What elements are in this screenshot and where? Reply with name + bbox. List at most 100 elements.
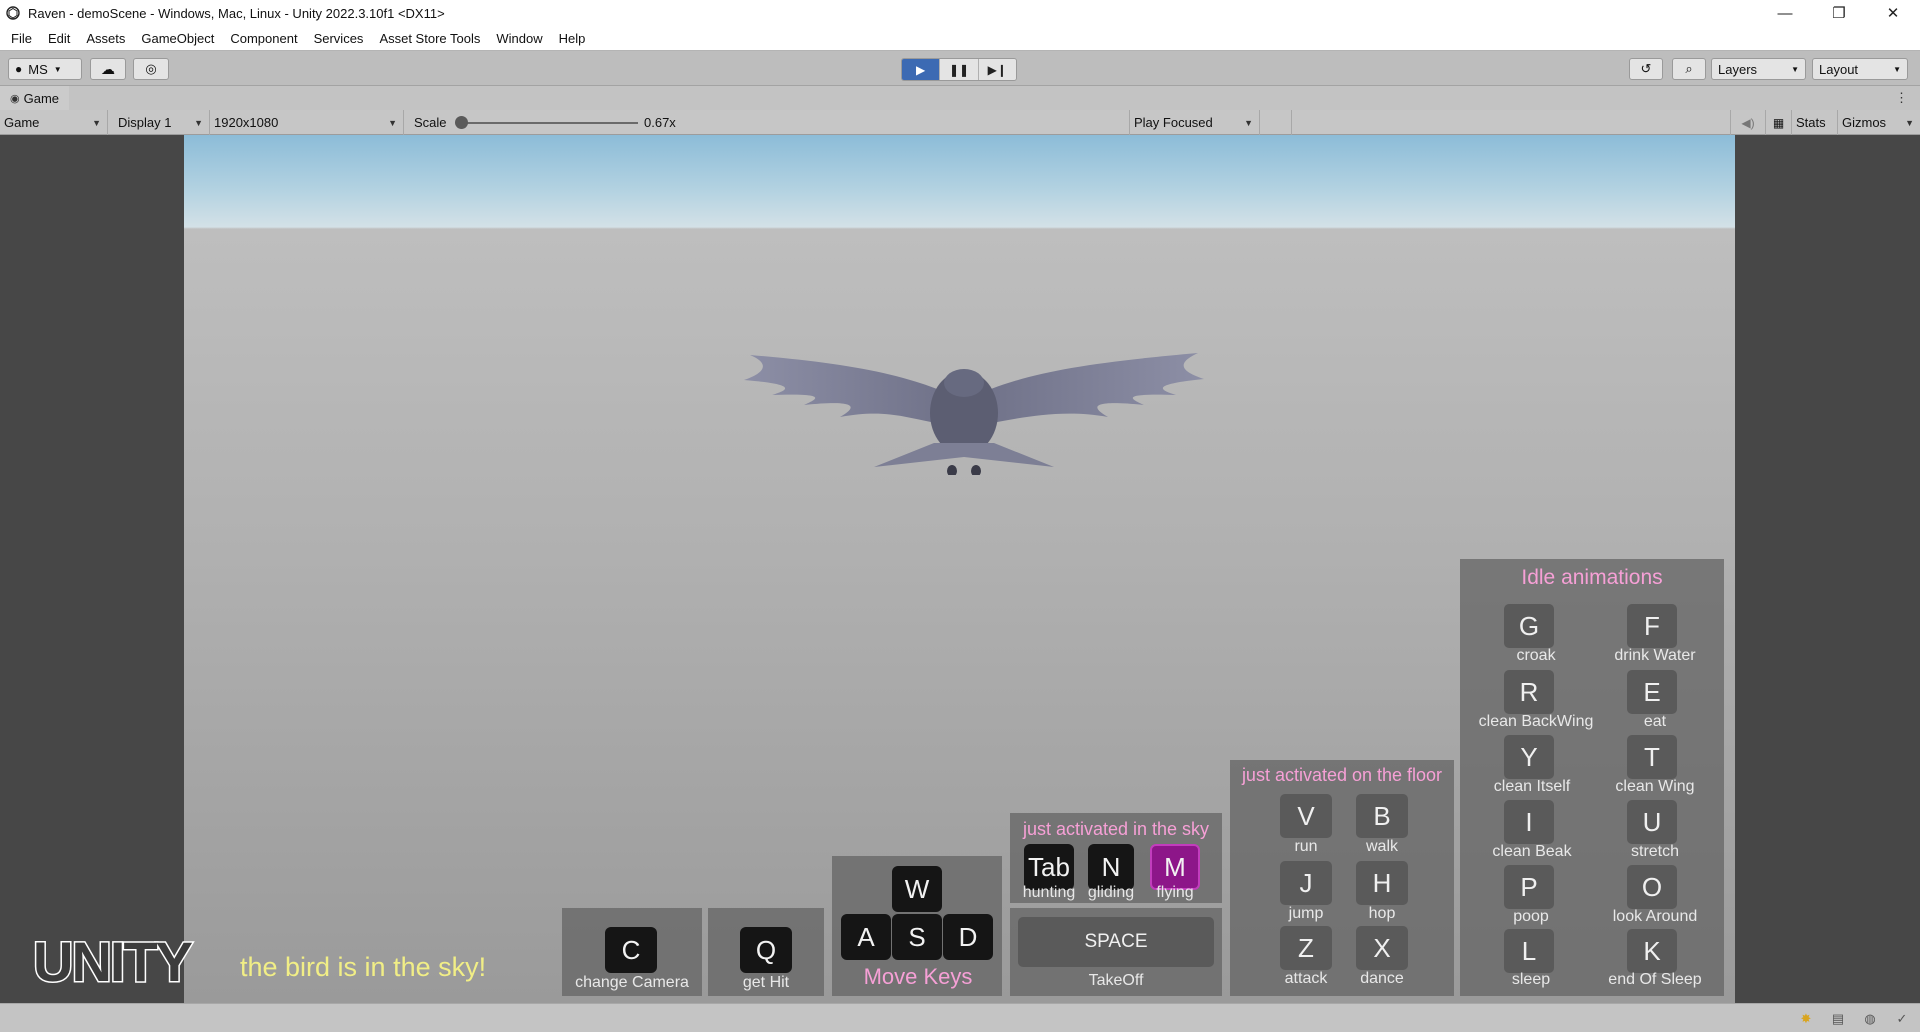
key-k[interactable]: K (1627, 929, 1677, 973)
menu-edit[interactable]: Edit (40, 31, 78, 46)
close-button[interactable]: ✕ (1866, 0, 1920, 26)
key-d[interactable]: D (943, 914, 993, 960)
check-icon[interactable]: ✓ (1894, 1011, 1910, 1027)
eat-label: eat (1643, 713, 1667, 730)
history-button[interactable]: ↺ (1629, 58, 1663, 80)
lighting-icon[interactable]: ✸ (1798, 1011, 1814, 1027)
pause-button[interactable]: ❚❚ (940, 59, 979, 80)
chevron-down-icon: ▼ (1905, 117, 1914, 128)
gizmos-dropdown[interactable]: Gizmos ▼ (1838, 110, 1920, 135)
layers-label: Layers (1718, 61, 1758, 77)
clean-backwing-label: clean BackWing (1478, 713, 1594, 730)
menu-assets[interactable]: Assets (78, 31, 133, 46)
key-a[interactable]: A (841, 914, 891, 960)
pause-icon: ❚❚ (948, 62, 970, 77)
history-icon: ↺ (1640, 61, 1652, 76)
resolution-dropdown[interactable]: 1920x1080 ▼ (210, 110, 404, 135)
key-u[interactable]: U (1627, 800, 1677, 844)
mute-audio-button[interactable]: ◀) (1730, 110, 1766, 135)
key-c[interactable]: C (605, 927, 657, 973)
menu-help[interactable]: Help (551, 31, 594, 46)
key-l[interactable]: L (1504, 929, 1554, 973)
key-r[interactable]: R (1504, 670, 1554, 714)
resolution-label: 1920x1080 (214, 115, 279, 130)
unity-logo: UNITY (32, 931, 197, 989)
tab-game[interactable]: ◉ Game (0, 86, 70, 110)
progress-icon[interactable]: ◍ (1862, 1011, 1878, 1027)
menu-asset-store-tools[interactable]: Asset Store Tools (371, 31, 488, 46)
window-controls: — ❐ ✕ (1758, 0, 1920, 26)
minimize-button[interactable]: — (1758, 0, 1812, 26)
bird-status-text: the bird is in the sky! (240, 952, 487, 982)
layout-dropdown[interactable]: Layout ▼ (1812, 58, 1908, 80)
display-dropdown[interactable]: Display 1 ▼ (114, 110, 210, 135)
key-v[interactable]: V (1280, 794, 1332, 838)
collab-button[interactable]: ◎ (133, 58, 169, 80)
key-h[interactable]: H (1356, 861, 1408, 905)
key-p[interactable]: P (1504, 865, 1554, 909)
step-button[interactable]: ▶❙ (978, 59, 1016, 80)
key-x[interactable]: X (1356, 926, 1408, 970)
scale-slider-handle[interactable] (455, 116, 468, 129)
sky-actions-panel: just activated in the sky Tab hunting N … (1010, 813, 1222, 903)
scale-slider-track[interactable] (462, 122, 638, 124)
restore-button[interactable]: ❐ (1812, 0, 1866, 26)
key-j[interactable]: J (1280, 861, 1332, 905)
key-s[interactable]: S (892, 914, 942, 960)
menu-services[interactable]: Services (306, 31, 372, 46)
empty-toggle[interactable] (1260, 110, 1292, 135)
layers-dropdown[interactable]: Layers ▼ (1711, 58, 1806, 80)
key-o[interactable]: O (1627, 865, 1677, 909)
key-i[interactable]: I (1504, 800, 1554, 844)
croak-label: croak (1516, 647, 1556, 664)
key-y[interactable]: Y (1504, 735, 1554, 779)
play-icon: ▶ (916, 62, 926, 77)
step-icon: ▶❙ (987, 62, 1007, 77)
gizmos-label: Gizmos (1842, 115, 1887, 130)
gamepad-icon: ◉ (10, 92, 20, 105)
flying-label: flying (1156, 884, 1194, 901)
game-view-toolbar: Game ▼ Display 1 ▼ 1920x1080 ▼ Scale 0.6… (0, 110, 1920, 135)
menu-file[interactable]: File (3, 31, 40, 46)
speaker-icon: ◀) (1741, 115, 1755, 130)
key-e[interactable]: E (1627, 670, 1677, 714)
cloud-button[interactable]: ☁ (90, 58, 126, 80)
key-w[interactable]: W (892, 866, 942, 912)
dance-label: dance (1360, 970, 1404, 987)
chevron-down-icon: ▼ (388, 117, 397, 128)
key-t[interactable]: T (1627, 735, 1677, 779)
menu-component[interactable]: Component (222, 31, 305, 46)
key-z[interactable]: Z (1280, 926, 1332, 970)
stretch-label: stretch (1630, 843, 1680, 860)
key-q[interactable]: Q (740, 927, 792, 973)
stats-button[interactable]: Stats (1792, 110, 1838, 135)
takeoff-label: TakeOff (1088, 972, 1144, 989)
play-mode-label: Play Focused (1134, 115, 1213, 130)
change-camera-panel: C change Camera (562, 908, 702, 996)
view-mode-dropdown[interactable]: Game ▼ (0, 110, 108, 135)
key-space[interactable]: SPACE (1018, 917, 1214, 967)
chevron-down-icon: ▼ (1791, 64, 1799, 74)
unity-logo-icon (6, 6, 20, 20)
shortcuts-button[interactable]: ▦ (1766, 110, 1792, 135)
account-dropdown[interactable]: ● MS ▼ (8, 58, 82, 80)
chevron-down-icon: ▼ (1893, 64, 1901, 74)
search-button[interactable]: ⌕ (1672, 58, 1706, 80)
play-button[interactable]: ▶ (902, 59, 941, 80)
tab-options-icon[interactable]: ⋮ (1895, 90, 1908, 106)
cache-server-icon[interactable]: ▤ (1830, 1011, 1846, 1027)
key-g[interactable]: G (1504, 604, 1554, 648)
window-title: Raven - demoScene - Windows, Mac, Linux … (28, 5, 445, 21)
key-f[interactable]: F (1627, 604, 1677, 648)
raven-model (744, 353, 1204, 475)
menu-window[interactable]: Window (488, 31, 550, 46)
floor-actions-title: just activated on the floor (1241, 765, 1443, 785)
play-mode-dropdown[interactable]: Play Focused ▼ (1130, 110, 1260, 135)
key-b[interactable]: B (1356, 794, 1408, 838)
menu-gameobject[interactable]: GameObject (133, 31, 222, 46)
unity-editor-window: Raven - demoScene - Windows, Mac, Linux … (0, 0, 1920, 1032)
get-hit-label: get Hit (742, 974, 790, 991)
clean-itself-label: clean Itself (1493, 778, 1571, 795)
game-viewport[interactable]: C change Camera Q get Hit W A S D Move K… (184, 135, 1735, 1003)
stats-label: Stats (1796, 115, 1826, 130)
